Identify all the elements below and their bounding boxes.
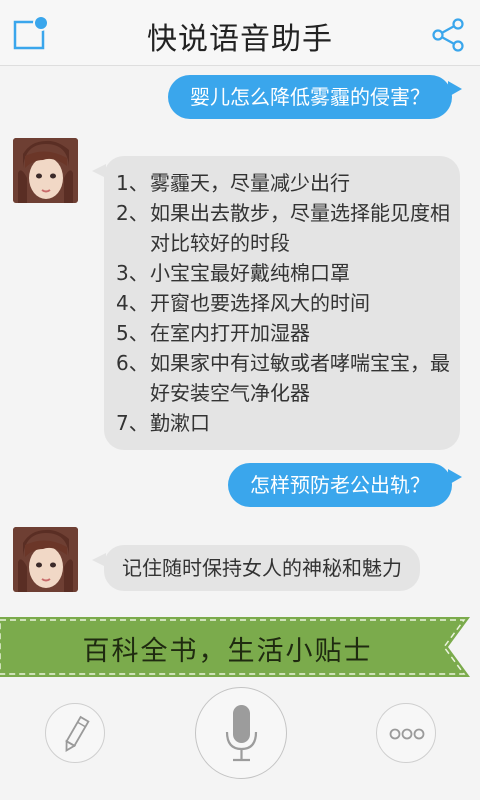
avatar-image [13,527,78,592]
pencil-icon [65,715,90,753]
page-title: 快说语音助手 [147,22,333,57]
list-item: 7、 勤漱口 [116,411,210,435]
microphone-icon [225,705,258,762]
list-item: 3、 小宝宝最好戴纯棉口罩 [116,261,350,285]
edit-button[interactable] [45,703,105,763]
ellipsis-icon [389,728,425,740]
user-message-2[interactable]: 怎样预防老公出轨？ [228,463,462,507]
answer-list: 1、 雾霾天，尽量减少出行 2、 如果出去散步，尽量选择能见度相对比较好的时段 3、… [104,156,460,450]
list-item: 5、 在室内打开加湿器 [116,321,310,345]
banner-text: 百科全书，生活小贴士 [82,636,373,667]
share-icon [432,18,464,52]
share-button[interactable] [428,14,468,54]
tips-banner[interactable]: 百科全书，生活小贴士 [0,617,480,677]
assistant-avatar [13,138,78,203]
assistant-avatar [13,527,78,592]
chat-area[interactable]: 婴儿怎么降低雾霾的侵害？ 1、 雾霾天，尽量减少出行 2、 如果出去散步，尽量选择能… [0,66,480,616]
assistant-message-2[interactable]: 记住随时保持女人的神秘和魅力 [92,545,420,591]
more-button[interactable] [376,703,436,763]
top-bar: 快说语音助手 [0,0,480,66]
voice-input-button[interactable] [195,687,287,779]
user-message-1[interactable]: 婴儿怎么降低雾霾的侵害？ [168,75,462,119]
list-item: 2、 如果出去散步，尽量选择能见度相对比较好的时段 [116,201,450,255]
bottom-bar [0,678,480,800]
list-item: 1、 雾霾天，尽量减少出行 [116,171,350,195]
list-item: 4、 开窗也要选择风大的时间 [116,291,370,315]
avatar-image [13,138,78,203]
list-item: 6、 如果家中有过敏或者哮喘宝宝，最好安装空气净化器 [116,351,450,405]
assistant-message-1[interactable]: 1、 雾霾天，尽量减少出行 2、 如果出去散步，尽量选择能见度相对比较好的时段 3、… [92,156,460,450]
